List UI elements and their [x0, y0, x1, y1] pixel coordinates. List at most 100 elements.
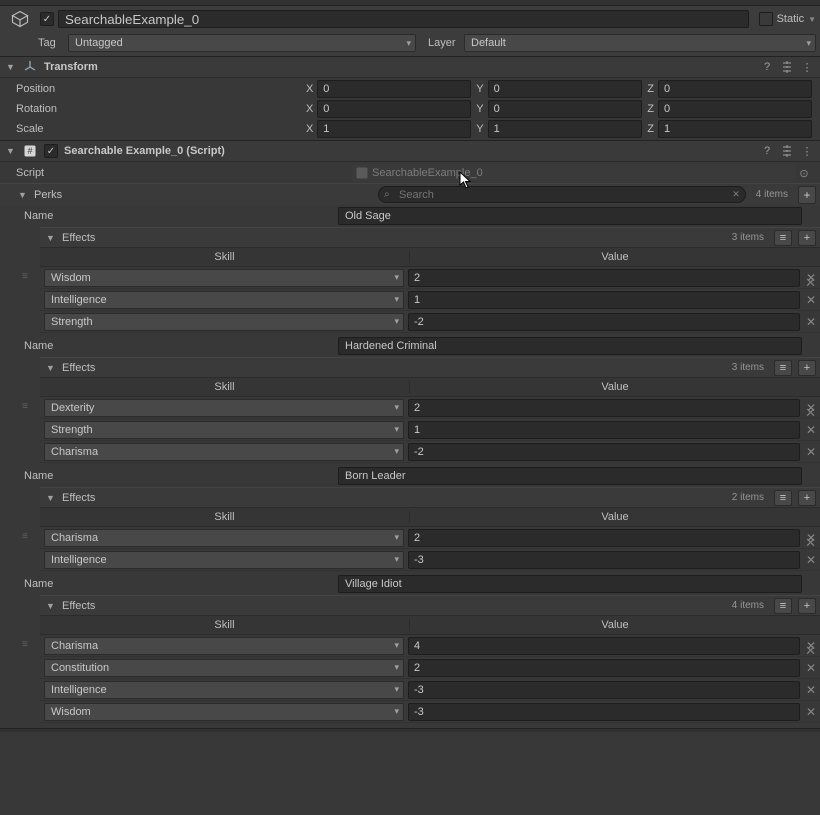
- scale-y[interactable]: [488, 120, 642, 138]
- transform-header[interactable]: ▼ Transform ? ⋮: [0, 56, 820, 78]
- skill-dropdown[interactable]: Strength: [44, 421, 404, 439]
- value-input[interactable]: [408, 529, 800, 547]
- script-component-header[interactable]: ▼ # ✓ Searchable Example_0 (Script) ? ⋮: [0, 140, 820, 162]
- list-options-button[interactable]: ≡: [774, 598, 792, 614]
- skill-dropdown[interactable]: Charisma: [44, 529, 404, 547]
- position-z[interactable]: [658, 80, 812, 98]
- remove-perk-button[interactable]: ✕: [805, 275, 816, 291]
- static-toggle[interactable]: Static ▼: [753, 12, 816, 26]
- static-checkbox[interactable]: [759, 12, 773, 26]
- skill-dropdown[interactable]: Charisma: [44, 637, 404, 655]
- rotation-x[interactable]: [317, 100, 471, 118]
- help-icon[interactable]: ?: [760, 60, 774, 74]
- skill-dropdown[interactable]: Constitution: [44, 659, 404, 677]
- remove-effect-button[interactable]: ✕: [804, 553, 818, 567]
- list-options-button[interactable]: ≡: [774, 230, 792, 246]
- value-input[interactable]: [408, 269, 800, 287]
- gameobject-name-field[interactable]: [58, 10, 749, 28]
- value-input[interactable]: [408, 681, 800, 699]
- preset-icon[interactable]: [780, 144, 794, 158]
- gameobject-icon[interactable]: [4, 7, 36, 31]
- foldout-icon[interactable]: ▼: [18, 190, 28, 200]
- help-icon[interactable]: ?: [760, 144, 774, 158]
- drag-handle-icon[interactable]: ≡: [22, 405, 36, 408]
- value-input[interactable]: [408, 551, 800, 569]
- value-input[interactable]: [408, 703, 800, 721]
- effect-row: Intelligence ✕: [40, 549, 820, 571]
- perk-name-input[interactable]: [338, 337, 802, 355]
- perks-search-input[interactable]: [399, 189, 727, 201]
- skill-dropdown[interactable]: Dexterity: [44, 399, 404, 417]
- value-input[interactable]: [408, 637, 800, 655]
- skill-dropdown[interactable]: Intelligence: [44, 551, 404, 569]
- remove-perk-button[interactable]: ✕: [805, 405, 816, 421]
- perk-name-input[interactable]: [338, 207, 802, 225]
- remove-perk-button[interactable]: ✕: [805, 535, 816, 551]
- perks-count: 4 items: [752, 189, 792, 200]
- skill-dropdown[interactable]: Charisma: [44, 443, 404, 461]
- remove-effect-button[interactable]: ✕: [804, 661, 818, 675]
- remove-effect-button[interactable]: ✕: [804, 705, 818, 719]
- skill-dropdown[interactable]: Intelligence: [44, 291, 404, 309]
- value-input[interactable]: [408, 291, 800, 309]
- perk-name-input[interactable]: [338, 467, 802, 485]
- foldout-icon[interactable]: ▼: [46, 493, 56, 503]
- menu-icon[interactable]: ⋮: [800, 144, 814, 158]
- foldout-icon[interactable]: ▼: [46, 233, 56, 243]
- remove-effect-button[interactable]: ✕: [804, 315, 818, 329]
- layer-dropdown[interactable]: Default: [464, 34, 816, 52]
- effects-label: Effects: [62, 600, 722, 612]
- preset-icon[interactable]: [780, 60, 794, 74]
- drag-handle-icon[interactable]: ≡: [22, 535, 36, 538]
- value-input[interactable]: [408, 399, 800, 417]
- value-column-header: Value: [410, 251, 820, 263]
- gameobject-header: ✓ Static ▼ Tag Untagged Layer Default: [0, 6, 820, 56]
- add-effect-button[interactable]: +: [798, 360, 816, 376]
- value-input[interactable]: [408, 443, 800, 461]
- script-object-field[interactable]: SearchableExample_0: [352, 164, 796, 182]
- perks-search[interactable]: ⌕ ✕: [378, 186, 746, 203]
- foldout-icon[interactable]: ▼: [46, 363, 56, 373]
- remove-perk-button[interactable]: ✕: [805, 643, 816, 659]
- remove-effect-button[interactable]: ✕: [804, 445, 818, 459]
- list-options-button[interactable]: ≡: [774, 490, 792, 506]
- effects-count: 3 items: [728, 362, 768, 373]
- script-component-title: Searchable Example_0 (Script): [64, 145, 225, 157]
- remove-effect-button[interactable]: ✕: [804, 423, 818, 437]
- scale-x[interactable]: [317, 120, 471, 138]
- skill-dropdown[interactable]: Wisdom: [44, 703, 404, 721]
- foldout-icon[interactable]: ▼: [46, 601, 56, 611]
- menu-icon[interactable]: ⋮: [800, 60, 814, 74]
- skill-column-header: Skill: [40, 381, 410, 393]
- skill-dropdown[interactable]: Intelligence: [44, 681, 404, 699]
- effects-label: Effects: [62, 492, 722, 504]
- add-effect-button[interactable]: +: [798, 230, 816, 246]
- drag-handle-icon[interactable]: ≡: [22, 643, 36, 646]
- add-effect-button[interactable]: +: [798, 598, 816, 614]
- position-y[interactable]: [488, 80, 642, 98]
- skill-dropdown[interactable]: Strength: [44, 313, 404, 331]
- scale-z[interactable]: [658, 120, 812, 138]
- gameobject-enabled-checkbox[interactable]: ✓: [40, 12, 54, 26]
- skill-dropdown[interactable]: Wisdom: [44, 269, 404, 287]
- position-x[interactable]: [317, 80, 471, 98]
- value-input[interactable]: [408, 313, 800, 331]
- value-input[interactable]: [408, 659, 800, 677]
- foldout-icon[interactable]: ▼: [6, 146, 16, 156]
- remove-effect-button[interactable]: ✕: [804, 293, 818, 307]
- clear-search-icon[interactable]: ✕: [732, 189, 740, 200]
- value-input[interactable]: [408, 421, 800, 439]
- list-options-button[interactable]: ≡: [774, 360, 792, 376]
- foldout-icon[interactable]: ▼: [6, 62, 16, 72]
- rotation-y[interactable]: [488, 100, 642, 118]
- tag-dropdown[interactable]: Untagged: [68, 34, 416, 52]
- object-picker-icon[interactable]: ⊙: [796, 165, 812, 181]
- perk-name-input[interactable]: [338, 575, 802, 593]
- drag-handle-icon[interactable]: ≡: [22, 275, 36, 278]
- remove-effect-button[interactable]: ✕: [804, 683, 818, 697]
- svg-text:#: #: [27, 146, 32, 156]
- rotation-z[interactable]: [658, 100, 812, 118]
- add-effect-button[interactable]: +: [798, 490, 816, 506]
- component-enabled-checkbox[interactable]: ✓: [44, 144, 58, 158]
- add-perk-button[interactable]: +: [798, 186, 816, 204]
